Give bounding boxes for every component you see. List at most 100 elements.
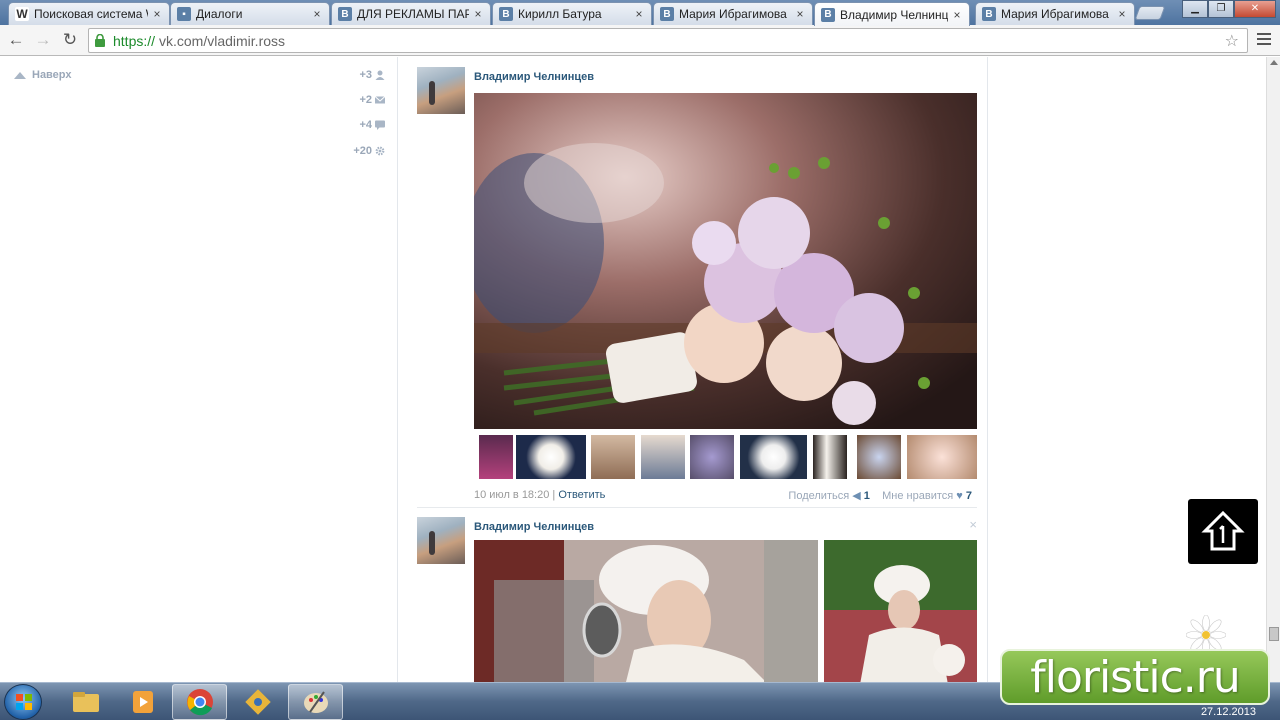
taskbar-explorer[interactable] [58, 684, 113, 720]
scroll-up-arrow-icon[interactable] [1270, 60, 1278, 65]
photo-thumbnail[interactable] [907, 435, 977, 479]
tab-dialogs[interactable]: ▪ Диалоги × [170, 2, 330, 25]
photo-thumbnails [474, 435, 977, 479]
maximize-button[interactable]: ❐ [1208, 0, 1234, 18]
left-column: Наверх +3 +2 +4 +20 [0, 57, 398, 682]
tab-label: Диалоги [196, 7, 243, 21]
megaphone-icon: ◀ [852, 490, 861, 502]
photo-thumbnail[interactable] [690, 435, 734, 479]
folder-icon [72, 692, 99, 712]
new-tab-button[interactable] [1134, 6, 1166, 20]
taskbar-media-player[interactable] [115, 684, 170, 720]
menu-icon[interactable] [1257, 33, 1271, 48]
settings-counter[interactable]: +20 [353, 145, 385, 157]
reload-button[interactable]: ↻ [60, 31, 80, 51]
comments-counter[interactable]: +4 [359, 119, 385, 131]
forward-button[interactable]: → [33, 31, 53, 51]
post-photo[interactable] [824, 540, 977, 682]
friends-icon [375, 70, 385, 80]
tab-label: ДЛЯ РЕКЛАМЫ ПАРТ [357, 7, 469, 21]
bookmark-star-icon[interactable]: ☆ [1225, 31, 1239, 51]
share-count: 1 [863, 490, 870, 502]
go-up-link[interactable]: Наверх [14, 69, 72, 81]
photo-thumbnail[interactable] [813, 435, 847, 479]
like-count: 7 [965, 490, 972, 502]
post-meta: 10 июл в 18:20 | Ответить Поделиться ◀ 1… [474, 489, 972, 502]
back-button[interactable]: ← [6, 31, 26, 51]
bride-photo [824, 540, 977, 682]
reply-link[interactable]: Ответить [558, 489, 605, 501]
wall-post: Владимир Челнинцев 10 июл в 18:20 | Отве… [417, 67, 977, 507]
tab-label: Мария Ибрагимова [679, 7, 787, 21]
messages-icon [375, 96, 385, 104]
vk-icon: В [338, 7, 352, 21]
friends-counter[interactable]: +3 [359, 69, 385, 81]
post-divider [417, 507, 977, 508]
heart-icon: ♥ [956, 490, 963, 502]
post-author[interactable]: Владимир Челнинцев [474, 71, 594, 83]
close-icon[interactable]: × [951, 8, 963, 22]
palette-icon [303, 691, 328, 713]
wall-post: Владимир Челнинцев × [417, 517, 977, 682]
tab-maria-2[interactable]: В Мария Ибрагимова × [975, 2, 1135, 25]
photo-thumbnail[interactable] [641, 435, 685, 479]
photo-thumbnail[interactable] [479, 435, 513, 479]
tab-label: Кирилл Батура [518, 7, 602, 21]
post-author[interactable]: Владимир Челнинцев [474, 521, 594, 533]
address-bar[interactable]: https:// vk.com/vladimir.ross ☆ [88, 28, 1248, 53]
settings-icon [375, 146, 385, 156]
close-icon[interactable]: × [311, 7, 323, 21]
close-icon[interactable]: × [633, 7, 645, 21]
counter-value: +20 [353, 145, 372, 157]
close-icon[interactable]: × [1116, 7, 1128, 21]
vk-icon: В [660, 7, 674, 21]
comments-icon [375, 120, 385, 130]
photo-thumbnail[interactable] [740, 435, 807, 479]
floristic-watermark: floristic.ru [1000, 649, 1270, 705]
tab-maria-1[interactable]: В Мария Ибрагимова × [653, 2, 813, 25]
photo-thumbnail[interactable] [857, 435, 901, 479]
media-player-icon [132, 691, 153, 713]
minimize-button[interactable]: ▁ [1182, 0, 1208, 18]
post-date[interactable]: 10 июл в 18:20 [474, 489, 549, 501]
photo-thumbnail[interactable] [591, 435, 635, 479]
tab-advert[interactable]: В ДЛЯ РЕКЛАМЫ ПАРТ × [331, 2, 491, 25]
post-actions: Поделиться ◀ 1 Мне нравится ♥ 7 [788, 489, 972, 502]
tab-vladimir[interactable]: В Владимир Челнинце × [814, 2, 970, 26]
taskbar-chrome[interactable] [172, 684, 227, 720]
tab-label: Владимир Челнинце [840, 7, 948, 22]
browser-toolbar: ← → ↻ https:// vk.com/vladimir.ross ☆ [0, 25, 1280, 56]
avatar[interactable] [417, 517, 465, 564]
start-button[interactable] [4, 684, 42, 720]
paint-tools-icon [244, 689, 271, 715]
close-icon[interactable]: × [151, 7, 163, 21]
scrollbar-thumb[interactable] [1269, 627, 1279, 641]
photo-thumbnail[interactable] [516, 435, 586, 479]
taskbar-paint-tools[interactable] [230, 684, 285, 720]
like-link[interactable]: Мне нравится [882, 490, 953, 502]
close-icon[interactable]: × [969, 517, 977, 532]
scroll-to-top-button[interactable] [1188, 499, 1258, 564]
avatar[interactable] [417, 67, 465, 114]
close-icon[interactable]: × [794, 7, 806, 21]
browser-tab-strip: W Поисковая система W × ▪ Диалоги × В ДЛ… [0, 0, 1280, 26]
messages-counter[interactable]: +2 [359, 94, 385, 106]
counter-value: +3 [359, 69, 372, 81]
bride-photo [474, 540, 818, 682]
page-scrollbar[interactable] [1266, 57, 1280, 682]
vk-icon: В [499, 7, 513, 21]
post-main-photo[interactable] [474, 93, 977, 429]
close-icon[interactable]: × [472, 7, 484, 21]
tray-date[interactable]: 27.12.2013 [1201, 706, 1256, 718]
taskbar-paint[interactable] [288, 684, 343, 720]
window-close-button[interactable]: ✕ [1234, 0, 1276, 18]
tab-kirill[interactable]: В Кирилл Батура × [492, 2, 652, 25]
tab-wikipedia[interactable]: W Поисковая система W × [8, 2, 170, 25]
watermark-text: floristic.ru [1030, 651, 1241, 703]
windows-logo-icon [16, 694, 32, 710]
share-link[interactable]: Поделиться [788, 490, 849, 502]
chrome-icon [186, 689, 213, 716]
lock-icon [95, 34, 105, 47]
window-controls: ▁ ❐ ✕ [1182, 0, 1276, 18]
post-photo[interactable] [474, 540, 818, 682]
